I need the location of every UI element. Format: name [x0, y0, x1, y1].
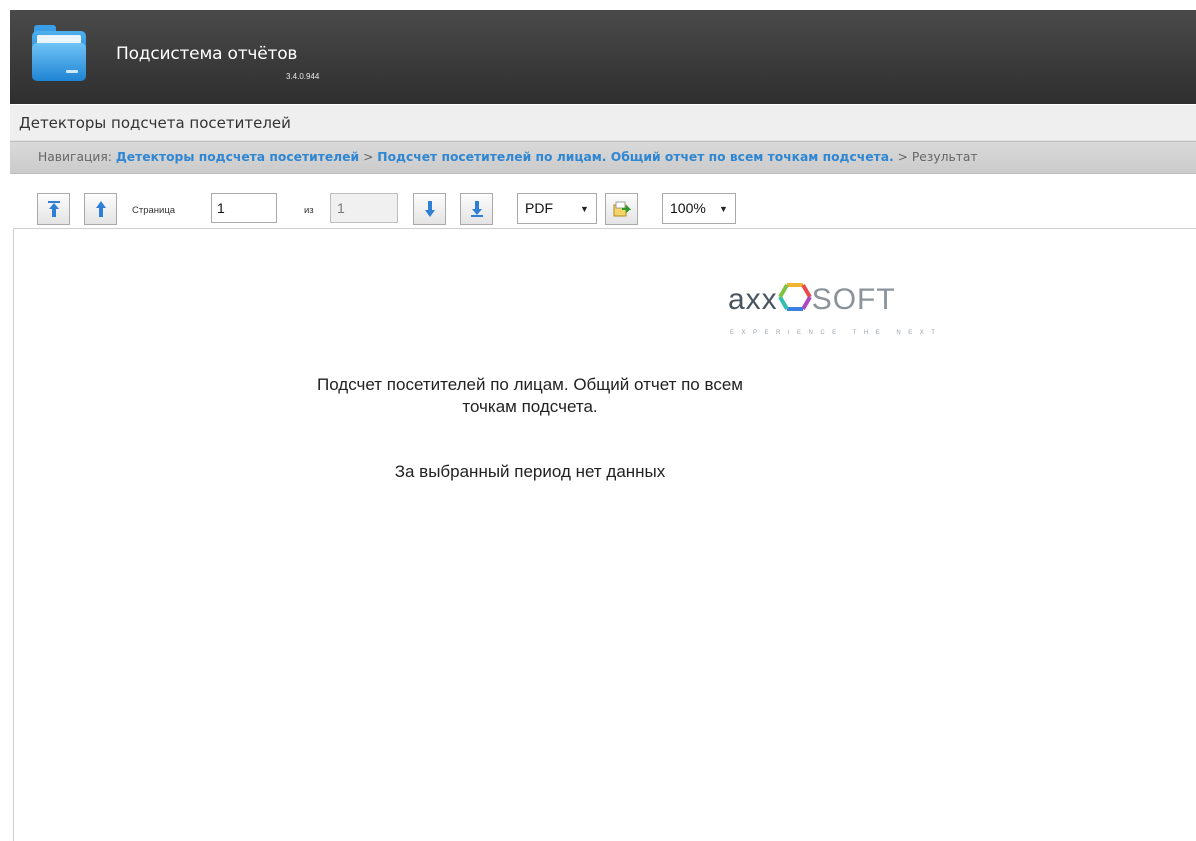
breadcrumb-separator: > — [897, 150, 908, 164]
first-page-icon — [48, 201, 60, 217]
first-page-button[interactable] — [37, 193, 70, 225]
section-title: Детекторы подсчета посетителей — [19, 114, 291, 132]
breadcrumb-separator: > — [363, 150, 374, 164]
app-header: Подсистема отчётов 3.4.0.944 — [10, 10, 1196, 104]
section-bar: Детекторы подсчета посетителей — [10, 105, 1196, 141]
chevron-down-icon: ▼ — [719, 204, 728, 214]
export-icon — [613, 201, 631, 217]
page-label: Страница — [132, 205, 176, 216]
empty-data-message: За выбранный период нет данных — [394, 462, 666, 481]
next-page-button[interactable] — [413, 193, 446, 225]
brand-logo-text: axx SOFT — [728, 283, 896, 316]
page-number-input[interactable]: 1 — [211, 193, 277, 223]
zoom-select[interactable]: 100% ▼ — [662, 193, 736, 224]
breadcrumb-link-report[interactable]: Подсчет посетителей по лицам. Общий отче… — [377, 150, 893, 164]
app-version: 3.4.0.944 — [286, 72, 320, 81]
prev-page-icon — [96, 201, 106, 217]
app-title: Подсистема отчётов — [116, 44, 298, 64]
folder-icon — [30, 23, 88, 83]
breadcrumb-line: Навигация: Детекторы подсчета посетителе… — [38, 150, 978, 164]
breadcrumb-prefix: Навигация: — [38, 150, 112, 164]
breadcrumb-current: Результат — [911, 150, 978, 164]
of-label: из — [304, 205, 314, 216]
chevron-down-icon: ▼ — [580, 204, 589, 214]
breadcrumb: Навигация: Детекторы подсчета посетителе… — [10, 141, 1196, 174]
breadcrumb-link-detectors[interactable]: Детекторы подсчета посетителей — [116, 150, 359, 164]
brand-logo: axx SOFT EXPERIENCE THE NEXT — [728, 282, 1008, 342]
export-format-select[interactable]: PDF ▼ — [517, 193, 597, 224]
report-title-line2: точкам подсчета. — [462, 397, 598, 416]
brand-tagline: EXPERIENCE THE NEXT — [730, 330, 943, 336]
last-page-button[interactable] — [460, 193, 493, 225]
prev-page-button[interactable] — [84, 193, 117, 225]
export-format-value: PDF — [525, 200, 553, 216]
zoom-value: 100% — [670, 200, 706, 216]
report-viewer — [13, 228, 1196, 841]
report-title-line1: Подсчет посетителей по лицам. Общий отче… — [317, 375, 743, 394]
next-page-icon — [425, 201, 435, 217]
export-button[interactable] — [605, 193, 638, 225]
total-pages-field: 1 — [330, 193, 398, 223]
report-title: Подсчет посетителей по лицам. Общий отче… — [230, 374, 830, 418]
hexagon-logo-icon — [777, 283, 812, 311]
last-page-icon — [471, 201, 483, 217]
